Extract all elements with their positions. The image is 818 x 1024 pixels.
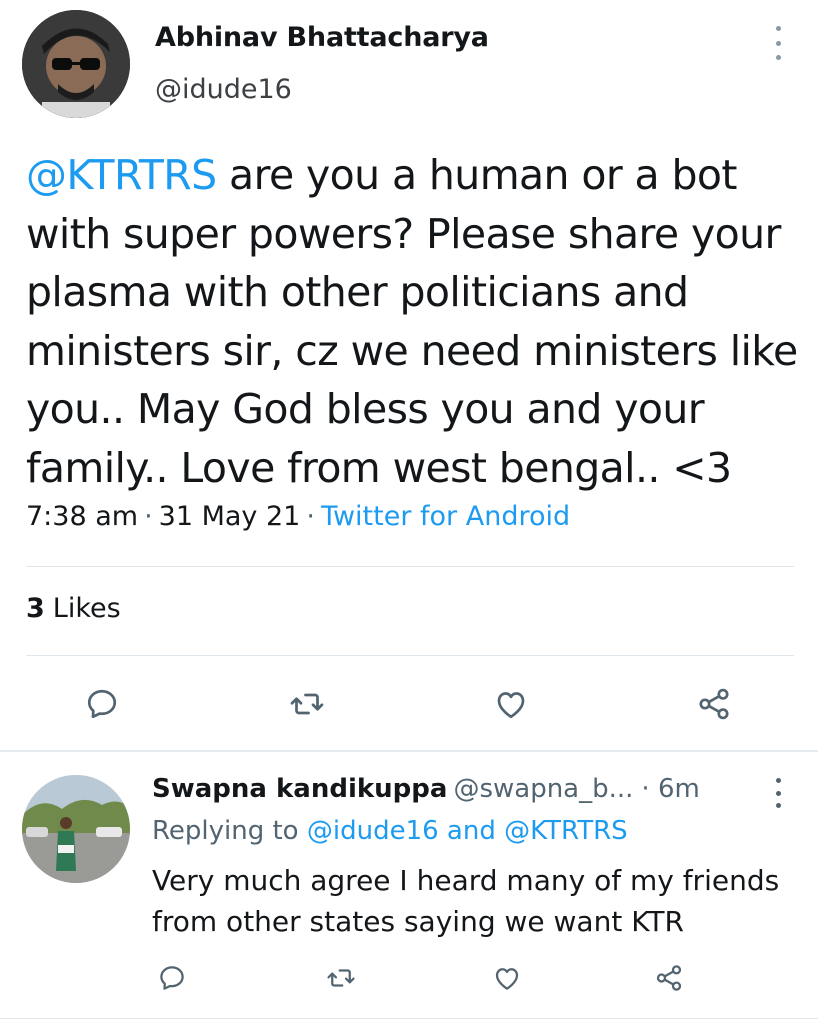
author-handle[interactable]: @idude16 (155, 74, 292, 105)
reply-reply-button[interactable] (150, 956, 194, 1000)
reply-button[interactable] (80, 682, 124, 726)
heart-icon (497, 692, 525, 719)
reply-time: · 6m (641, 774, 700, 804)
reply-author-handle[interactable]: @swapna_b... (453, 774, 633, 804)
reply-header: Swapna kandikuppa @swapna_b... · 6m (152, 774, 700, 804)
reply-icon (87, 689, 117, 719)
replying-user-link[interactable]: @idude16 (307, 816, 439, 846)
replying-to: Replying to @idude16 and @KTRTRS (152, 816, 628, 846)
retweet-button[interactable] (285, 682, 329, 726)
section-divider (0, 750, 818, 752)
retweet-icon (290, 693, 324, 715)
replying-user-link[interactable]: @KTRTRS (504, 816, 628, 846)
main-tweet: Abhinav Bhattacharya @idude16 @KTRTRS ar… (0, 0, 818, 752)
bottom-divider (0, 1018, 818, 1019)
reply-like-button[interactable] (485, 956, 529, 1000)
likes-number: 3 (26, 593, 45, 624)
reply-retweet-button[interactable] (319, 956, 363, 1000)
share-button[interactable] (692, 682, 736, 726)
tweet-mention-link[interactable]: @KTRTRS (26, 151, 217, 199)
share-icon (656, 965, 682, 991)
reply-author-name[interactable]: Swapna kandikuppa (152, 774, 447, 804)
reply-text: Very much agree I heard many of my frien… (152, 864, 780, 938)
tweet-time: 7:38 am (26, 501, 139, 532)
divider (26, 566, 794, 567)
like-button[interactable] (489, 682, 533, 726)
meta-separator: · (144, 501, 153, 532)
reply-share-button[interactable] (647, 956, 691, 1000)
heart-icon (495, 968, 519, 990)
retweet-icon (327, 969, 355, 987)
tweet-text: @KTRTRS are you a human or a bot with su… (26, 146, 806, 497)
author-avatar[interactable] (22, 10, 130, 118)
tweet-date: 31 May 21 (158, 501, 301, 532)
likes-label: Likes (52, 593, 121, 624)
replying-and: and (446, 816, 496, 846)
author-avatar-image (22, 10, 130, 118)
more-vertical-icon[interactable] (768, 26, 788, 60)
likes-count[interactable]: 3 Likes (26, 593, 121, 624)
tweet-source-link[interactable]: Twitter for Android (321, 501, 570, 532)
reply-avatar-image (22, 775, 130, 883)
divider (26, 655, 794, 656)
share-icon (699, 688, 729, 720)
tweet-meta: 7:38 am · 31 May 21 · Twitter for Android (26, 501, 570, 532)
reply-more-vertical-icon[interactable] (768, 778, 788, 808)
tweet-body: are you a human or a bot with super powe… (26, 151, 798, 492)
reply-author-avatar[interactable] (22, 775, 130, 883)
reply-icon (160, 966, 184, 990)
replying-prefix: Replying to (152, 816, 299, 846)
meta-separator: · (306, 501, 315, 532)
author-name[interactable]: Abhinav Bhattacharya (155, 22, 489, 53)
